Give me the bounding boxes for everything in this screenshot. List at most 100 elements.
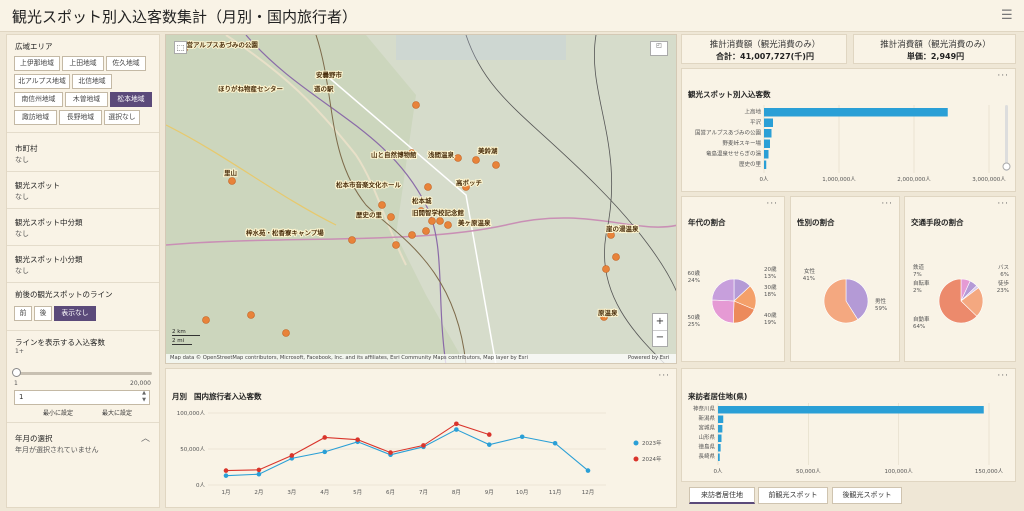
more-options-icon[interactable]: ··· (997, 71, 1009, 81)
map-marker[interactable] (492, 161, 500, 169)
map-marker[interactable] (454, 154, 462, 162)
area-chip[interactable]: 木曽地域 (65, 92, 108, 107)
data-point[interactable] (454, 421, 459, 427)
line-option[interactable]: 後 (34, 306, 52, 321)
area-chip[interactable]: 佐久地域 (106, 56, 146, 71)
more-options-icon[interactable]: ··· (997, 199, 1009, 209)
slice-percent: 13% (764, 274, 776, 280)
selection-tool-icon[interactable]: ⬚ (174, 41, 187, 54)
map-marker[interactable] (408, 231, 416, 239)
bar[interactable] (764, 129, 772, 138)
zoom-out-button[interactable]: − (653, 331, 667, 347)
year-month-section[interactable]: 年月の選択 年月が選択されていません ︿ (7, 423, 159, 467)
bar[interactable] (718, 453, 720, 462)
data-point[interactable] (421, 443, 426, 448)
zoom-in-button[interactable]: + (653, 314, 667, 331)
pie-slice[interactable] (711, 278, 735, 302)
map-marker[interactable] (424, 183, 432, 191)
map-marker[interactable] (428, 217, 436, 225)
map-marker[interactable] (378, 201, 386, 209)
map-marker[interactable] (282, 329, 290, 337)
map-marker[interactable] (247, 311, 255, 319)
slider-thumb[interactable] (12, 368, 21, 377)
scrollbar-thumb[interactable] (1002, 162, 1011, 171)
scrollbar[interactable] (1005, 105, 1008, 171)
map-marker[interactable] (348, 236, 356, 244)
more-options-icon[interactable]: ··· (881, 199, 893, 209)
map-marker[interactable] (602, 265, 610, 273)
x-tick-label: 10月 (516, 489, 529, 496)
small-category-section[interactable]: 観光スポット小分類 なし (7, 246, 159, 283)
bar[interactable] (764, 118, 773, 128)
data-point[interactable] (322, 435, 328, 440)
map-marker[interactable] (412, 101, 420, 109)
area-chip[interactable]: 北信地域 (72, 74, 112, 89)
data-point[interactable] (454, 427, 459, 432)
area-chip[interactable]: 上田地域 (62, 56, 104, 71)
area-chip[interactable]: 選択なし (104, 110, 140, 125)
tab-residence[interactable]: 来訪者居住地 (689, 487, 755, 504)
map-marker[interactable] (387, 213, 395, 221)
set-max-button[interactable]: 最大に設定 (102, 408, 132, 417)
set-min-button[interactable]: 最小に設定 (43, 408, 73, 417)
map-marker[interactable] (444, 221, 452, 229)
area-chip[interactable]: 南信州地域 (14, 92, 63, 107)
data-point[interactable] (223, 473, 229, 478)
stepper-icon[interactable]: ▲ ▼ (142, 390, 146, 404)
area-chip[interactable]: 上伊那地域 (14, 56, 60, 71)
more-options-icon[interactable]: ··· (766, 199, 778, 209)
data-point[interactable] (388, 450, 393, 455)
pie-slice[interactable] (711, 299, 735, 324)
map-marker[interactable] (436, 217, 444, 225)
data-point[interactable] (256, 467, 262, 473)
line-option[interactable]: 前 (14, 306, 32, 321)
map-marker[interactable] (612, 253, 620, 261)
area-chip[interactable]: 北アルプス地域 (14, 74, 70, 89)
menu-icon[interactable]: ☰ (1001, 8, 1013, 23)
line-option[interactable]: 表示なし (54, 306, 96, 321)
map-view[interactable]: 国営アルプスあづみの公園 ほりがね物産センター 道の駅 安曇野市 山と自然博物館 浅間温泉… (165, 34, 677, 364)
chevron-up-icon[interactable]: ︿ (141, 431, 150, 444)
bar[interactable] (718, 444, 721, 452)
city-section[interactable]: 市町村 なし (7, 133, 159, 172)
area-chip[interactable]: 諏訪地域 (14, 110, 57, 125)
area-chip[interactable]: 長野地域 (59, 110, 102, 125)
min-visitors-input[interactable]: 1 ▲ ▼ (14, 390, 150, 405)
data-point[interactable] (585, 468, 591, 473)
map-label: 松本市音楽文化ホール (336, 180, 402, 189)
map-marker[interactable] (202, 316, 210, 324)
tab-previous-spot[interactable]: 前観光スポット (758, 487, 828, 504)
data-point[interactable] (289, 453, 295, 458)
map-marker[interactable] (228, 177, 236, 185)
data-point[interactable] (355, 437, 360, 442)
data-point[interactable] (322, 449, 328, 455)
data-point[interactable] (552, 440, 558, 446)
map-marker[interactable] (392, 241, 400, 249)
tab-next-spot[interactable]: 後観光スポット (832, 487, 902, 504)
more-options-icon[interactable]: ··· (997, 371, 1009, 381)
data-point[interactable] (486, 432, 492, 437)
data-point[interactable] (486, 442, 492, 447)
bar[interactable] (718, 425, 723, 433)
map-label: 高ボッチ (456, 178, 483, 187)
bar[interactable] (718, 406, 984, 414)
data-point[interactable] (223, 468, 229, 473)
bar[interactable] (764, 160, 767, 170)
bar[interactable] (764, 139, 770, 149)
map-marker[interactable] (422, 227, 430, 235)
slider-track[interactable] (16, 372, 152, 375)
bar[interactable] (718, 415, 724, 424)
spot-section[interactable]: 観光スポット なし (7, 172, 159, 209)
mid-category-section[interactable]: 観光スポット中分類 なし (7, 209, 159, 246)
data-point[interactable] (256, 471, 262, 477)
zoom-controls: + − (652, 313, 668, 347)
more-options-icon[interactable]: ··· (658, 371, 670, 381)
bar[interactable] (764, 108, 948, 117)
mid-category-value: なし (15, 230, 29, 238)
bar[interactable] (718, 434, 722, 443)
home-extent-icon[interactable]: ◰ (650, 41, 668, 56)
data-point[interactable] (519, 434, 525, 440)
bar[interactable] (764, 150, 769, 159)
area-chip[interactable]: 松本地域 (110, 92, 152, 107)
map-marker[interactable] (472, 156, 480, 164)
